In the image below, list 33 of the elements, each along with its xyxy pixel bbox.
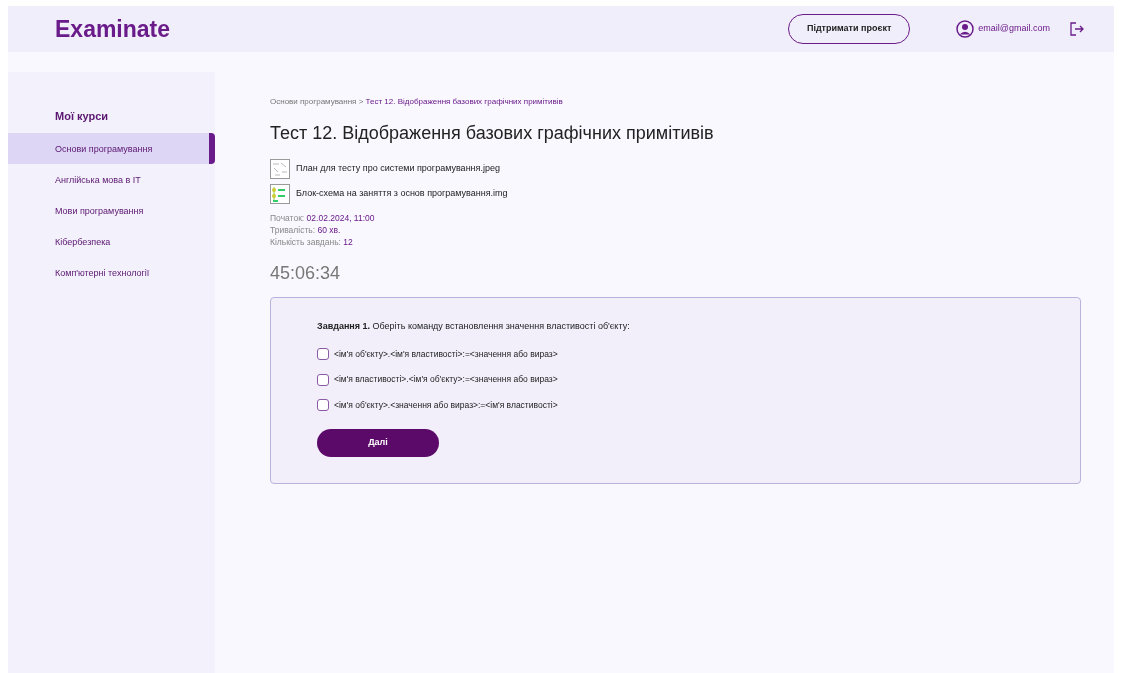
sidebar-item[interactable]: Основи програмування <box>8 132 215 164</box>
flowchart-thumbnail-icon <box>270 184 290 204</box>
attachment-link[interactable]: План для тесту про системи програмування.jpeg <box>296 162 500 176</box>
info-value: 60 хв. <box>317 225 341 235</box>
logo[interactable]: Examinate <box>55 11 171 47</box>
logout-icon[interactable] <box>1070 22 1084 36</box>
timer: 45:06:34 <box>270 262 342 285</box>
next-button[interactable]: Далі <box>317 428 439 457</box>
task-question: Завдання 1. Оберіть команду встановлення значення властивості об'єкту: <box>317 320 631 333</box>
breadcrumb-link[interactable]: Основи програмування <box>270 97 357 106</box>
breadcrumb-current: Тест 12. Відображення базових графічних примітивів <box>365 97 563 106</box>
sidebar-title: Мої курси <box>54 109 110 124</box>
checkbox[interactable] <box>317 373 329 386</box>
info-value: 02.02.2024, 11:00 <box>306 213 375 223</box>
checkbox[interactable] <box>317 347 329 360</box>
option-label: <ім'я властивості>.<ім'я об'єкту>:=<значення або вираз> <box>334 373 558 386</box>
info-label: Початок: <box>270 213 305 223</box>
checkbox[interactable] <box>317 399 329 412</box>
user-email: email@gmail.com <box>978 22 1050 36</box>
page-title: Тест 12. Відображення базових графічних примітивів <box>270 122 715 145</box>
sidebar-item[interactable]: Кібербезпека <box>8 225 215 257</box>
option-label: <ім'я об'єкту>.<значення або вираз>:=<ім'я властивості> <box>334 399 558 412</box>
user-icon[interactable] <box>956 20 975 38</box>
sketch-thumbnail-icon <box>270 159 290 179</box>
breadcrumb-separator: > <box>358 97 364 106</box>
sidebar-item[interactable]: Комп'ютерні технології <box>8 256 215 288</box>
info-label: Кількість завдань: <box>270 237 341 247</box>
sidebar-item[interactable]: Мови програмування <box>8 194 215 226</box>
attachment-link[interactable]: Блок-схема на заняття з основ програмування.img <box>296 187 508 201</box>
info-value: 12 <box>343 237 353 247</box>
sidebar-item[interactable]: Англійська мова в IT <box>8 163 215 195</box>
option-label: <ім'я об'єкту>.<ім'я властивості>:=<значення або вираз> <box>334 347 558 361</box>
info-label: Тривалість: <box>270 225 316 235</box>
